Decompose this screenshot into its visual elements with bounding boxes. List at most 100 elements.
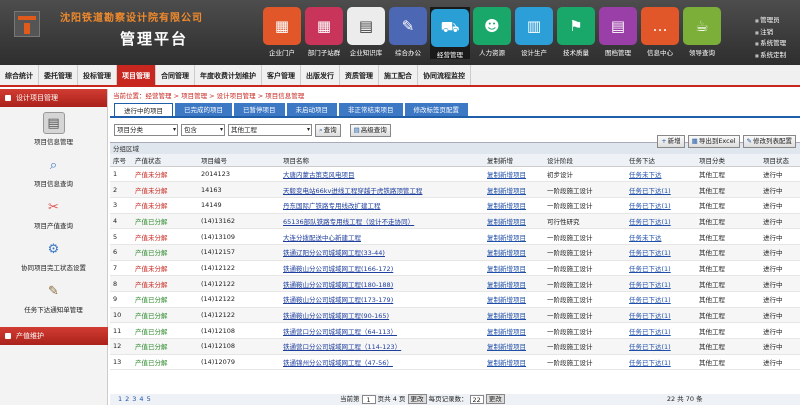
cell-项目名称[interactable]: 铁通辽阳分公司城域网工程(33-44) (280, 244, 484, 261)
cell-项目名称[interactable]: 铁通鞍山分公司城域网工程(173-179) (280, 291, 484, 308)
cell-项目名称[interactable]: 天毅变电站66kv进线工程穿越于虎铁路顶管工程 (280, 181, 484, 198)
nav-item-3[interactable]: 项目管理 (117, 65, 156, 85)
user-menu-item-3[interactable]: 系统定制 (755, 50, 786, 62)
nav-item-2[interactable]: 投标管理 (78, 65, 117, 85)
cell-复制新增[interactable]: 复制新增项目 (484, 307, 544, 324)
module-tile-1[interactable]: ▦ 部门子站群 (304, 7, 344, 59)
column-header-3[interactable]: 项目名称 (280, 154, 484, 167)
user-menu-item-2[interactable]: 系统管理 (755, 38, 786, 50)
sidebar-item-1[interactable]: ⌕ 项目信息查询 (0, 149, 107, 191)
cell-复制新增[interactable]: 复制新增项目 (484, 338, 544, 355)
module-tile-4[interactable]: ⛟ 经营管理 (430, 7, 470, 59)
column-header-1[interactable]: 产值状态 (132, 154, 198, 167)
tab-3[interactable]: 未启动项目 (286, 103, 337, 116)
filter-value-select[interactable]: 其他工程 (228, 124, 312, 136)
cell-项目名称[interactable]: 铁通鞍山分公司城域网工程(90-165) (280, 307, 484, 324)
page-link-3[interactable]: 3 (132, 395, 136, 403)
module-tile-3[interactable]: ✎ 综合办公 (388, 7, 428, 59)
cell-项目名称[interactable]: 铁通鞍山分公司城域网工程(166-172) (280, 260, 484, 277)
module-tile-6[interactable]: ▥ 设计生产 (514, 7, 554, 59)
tab-5[interactable]: 修改标签页配置 (404, 103, 468, 116)
module-tile-10[interactable]: ☕ 领导查询 (682, 7, 722, 59)
cell-任务下达[interactable]: 任务已下达(1) (626, 354, 696, 371)
cell-任务下达[interactable]: 任务已下达(1) (626, 275, 696, 292)
page-link-5[interactable]: 5 (147, 395, 151, 403)
column-header-5[interactable]: 设计阶段 (544, 154, 626, 167)
user-menu-item-0[interactable]: 管理员 (755, 15, 786, 27)
column-header-6[interactable]: 任务下达 (626, 154, 696, 167)
nav-item-9[interactable]: 施工配合 (379, 65, 418, 85)
advanced-query-button[interactable]: ▤高级查询 (349, 123, 391, 137)
column-header-2[interactable]: 项目编号 (198, 154, 280, 167)
module-tile-2[interactable]: ▤ 企业知识库 (346, 7, 386, 59)
cell-任务下达[interactable]: 任务已下达(1) (626, 181, 696, 198)
nav-item-0[interactable]: 综合统计 (0, 65, 39, 85)
sidebar-output-maintenance[interactable]: 产值维护 (0, 327, 108, 345)
module-tile-8[interactable]: ▤ 图档管理 (598, 7, 638, 59)
toolbar-button-1[interactable]: ▦导出到Excel (687, 135, 740, 148)
cell-任务下达[interactable]: 任务已下达(1) (626, 197, 696, 214)
module-tile-5[interactable]: ☻ 人力资源 (472, 7, 512, 59)
sidebar-item-0[interactable]: ▤ 项目信息管理 (0, 107, 107, 149)
cell-复制新增[interactable]: 复制新增项目 (484, 181, 544, 198)
cell-复制新增[interactable]: 复制新增项目 (484, 244, 544, 261)
cell-复制新增[interactable]: 复制新增项目 (484, 322, 544, 340)
tab-4[interactable]: 非正常结束项目 (339, 103, 403, 116)
cell-复制新增[interactable]: 复制新增项目 (484, 275, 544, 292)
tab-1[interactable]: 已完成的项目 (175, 103, 232, 116)
nav-item-4[interactable]: 合同管理 (156, 65, 195, 85)
cell-任务下达[interactable]: 任务已下达(1) (626, 322, 696, 340)
module-tile-7[interactable]: ⚑ 技术质量 (556, 7, 596, 59)
nav-item-8[interactable]: 资质管理 (340, 65, 379, 85)
page-link-2[interactable]: 2 (125, 395, 129, 403)
toolbar-button-2[interactable]: ✎修改列表配置 (742, 135, 796, 148)
page-link-4[interactable]: 4 (139, 395, 143, 403)
filter-field-select[interactable]: 项目分类 (114, 124, 178, 136)
cell-复制新增[interactable]: 复制新增项目 (484, 291, 544, 308)
cell-任务下达[interactable]: 任务已下达(1) (626, 244, 696, 261)
nav-item-6[interactable]: 客户管理 (262, 65, 301, 85)
cell-复制新增[interactable]: 复制新增项目 (484, 197, 544, 214)
page-link-1[interactable]: 1 (118, 395, 122, 403)
sidebar-item-3[interactable]: ⚙ 协同项目完工状态设置 (0, 233, 107, 275)
cell-项目名称[interactable]: 铁通锦州分公司城域网工程（47-56） (280, 354, 484, 371)
sidebar-title[interactable]: 设计项目管理 (0, 89, 107, 107)
nav-item-1[interactable]: 委托管理 (39, 65, 78, 85)
nav-item-10[interactable]: 协同流程监控 (418, 65, 471, 85)
tab-2[interactable]: 已暂停项目 (234, 103, 285, 116)
cell-复制新增[interactable]: 复制新增项目 (484, 260, 544, 277)
filter-op-select[interactable]: 包含 (181, 124, 225, 136)
page-change-button[interactable]: 更改 (407, 394, 427, 404)
user-menu-item-1[interactable]: 注销 (755, 27, 786, 39)
cell-任务下达[interactable]: 任务未下达 (626, 228, 696, 245)
module-tile-0[interactable]: ▦ 企业门户 (262, 7, 302, 59)
cell-复制新增[interactable]: 复制新增项目 (484, 166, 544, 183)
cell-任务下达[interactable]: 任务已下达(1) (626, 338, 696, 355)
column-header-8[interactable]: 项目状态 (760, 154, 800, 167)
cell-项目名称[interactable]: 丹东国际广铁路专用线改扩建工程 (280, 197, 484, 214)
cell-任务下达[interactable]: 任务已下达(1) (626, 307, 696, 324)
cell-任务下达[interactable]: 任务未下达 (626, 166, 696, 183)
nav-item-5[interactable]: 年度收费计划维护 (195, 65, 262, 85)
cell-项目名称[interactable]: 65136部队铁路专用线工程（设计不走协同） (280, 213, 484, 230)
sidebar-item-4[interactable]: ✎ 任务下达通知单管理 (0, 275, 107, 317)
toolbar-button-0[interactable]: +新增 (657, 135, 685, 148)
cell-任务下达[interactable]: 任务已下达(1) (626, 213, 696, 230)
column-header-0[interactable]: 序号 (110, 154, 132, 167)
page-size-input[interactable]: 22 (469, 394, 484, 404)
cell-复制新增[interactable]: 复制新增项目 (484, 213, 544, 230)
column-header-7[interactable]: 项目分类 (696, 154, 760, 167)
cell-项目名称[interactable]: 铁通营口分公司城域网工程（114-123） (280, 338, 484, 355)
page-size-change-button[interactable]: 更改 (485, 394, 505, 404)
cell-复制新增[interactable]: 复制新增项目 (484, 354, 544, 371)
module-tile-9[interactable]: … 信息中心 (640, 7, 680, 59)
cell-项目名称[interactable]: 铁通营口分公司城域网工程（64-113） (280, 322, 484, 340)
cell-复制新增[interactable]: 复制新增项目 (484, 228, 544, 245)
sidebar-item-2[interactable]: ✂ 项目产值查询 (0, 191, 107, 233)
page-input[interactable]: 1 (361, 394, 376, 404)
nav-item-7[interactable]: 出版发行 (301, 65, 340, 85)
cell-项目名称[interactable]: 铁通鞍山分公司城域网工程(180-188) (280, 275, 484, 292)
column-header-4[interactable]: 复制新增 (484, 154, 544, 167)
cell-项目名称[interactable]: 大唐内蒙古策克风电项目 (280, 166, 484, 183)
tab-0[interactable]: 进行中的项目 (114, 103, 173, 116)
